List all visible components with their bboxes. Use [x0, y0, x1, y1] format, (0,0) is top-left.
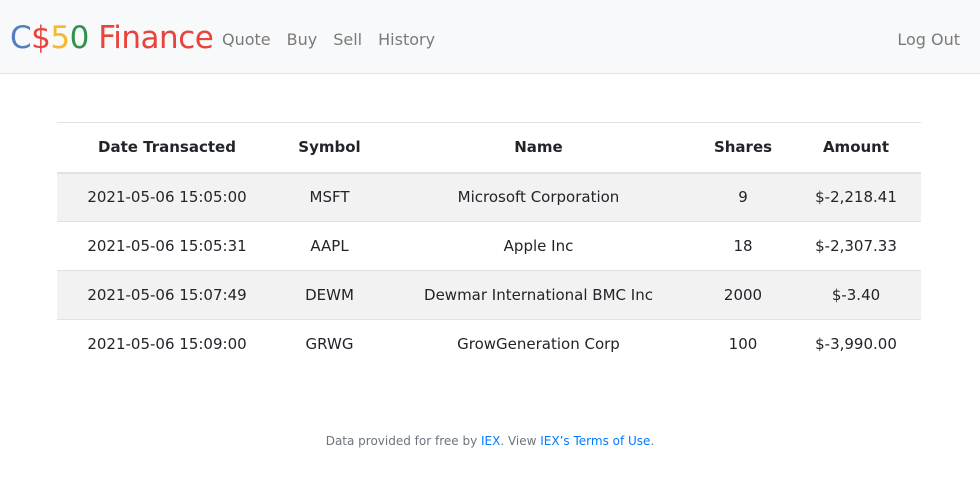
- logout-link[interactable]: Log Out: [897, 30, 960, 49]
- brand-letter-0: 0: [69, 20, 90, 56]
- cell-shares: 100: [695, 319, 791, 369]
- brand-letter-dollar: $: [31, 20, 51, 56]
- iex-terms-link[interactable]: IEX’s Terms of Use: [540, 434, 650, 448]
- table-row: 2021-05-06 15:09:00 GRWG GrowGeneration …: [57, 319, 921, 369]
- nav-link-sell[interactable]: Sell: [333, 28, 362, 52]
- cell-amount: $-3,990.00: [791, 319, 921, 369]
- cell-symbol: DEWM: [277, 270, 382, 320]
- header-shares: Shares: [695, 122, 791, 174]
- cell-symbol: AAPL: [277, 221, 382, 271]
- footer-prefix: Data provided for free by: [325, 434, 481, 448]
- nav-link-quote[interactable]: Quote: [222, 28, 271, 52]
- navbar: C$50 Finance Quote Buy Sell History Log …: [0, 0, 980, 74]
- footer-middle: . View: [500, 434, 541, 448]
- table-row: 2021-05-06 15:05:31 AAPL Apple Inc 18 $-…: [57, 221, 921, 271]
- header-name: Name: [382, 122, 695, 174]
- cell-date: 2021-05-06 15:09:00: [57, 319, 277, 369]
- footer: Data provided for free by IEX. View IEX’…: [0, 434, 980, 448]
- cell-amount: $-3.40: [791, 270, 921, 320]
- cell-symbol: GRWG: [277, 319, 382, 369]
- brand-letter-5: 5: [50, 20, 70, 56]
- footer-suffix: .: [650, 434, 655, 448]
- cell-date: 2021-05-06 15:07:49: [57, 270, 277, 320]
- cell-date: 2021-05-06 15:05:31: [57, 221, 277, 271]
- cell-name: Apple Inc: [382, 221, 695, 271]
- cell-name: Microsoft Corporation: [382, 172, 695, 222]
- nav-link-history[interactable]: History: [378, 28, 435, 52]
- nav-link-buy[interactable]: Buy: [287, 28, 318, 52]
- header-symbol: Symbol: [277, 122, 382, 174]
- table-row: 2021-05-06 15:07:49 DEWM Dewmar Internat…: [57, 270, 921, 320]
- brand-logo[interactable]: C$50 Finance: [10, 18, 214, 58]
- history-table: Date Transacted Symbol Name Shares Amoun…: [57, 122, 921, 369]
- iex-link[interactable]: IEX: [481, 434, 500, 448]
- nav-right: Log Out: [897, 28, 960, 52]
- table-row: 2021-05-06 15:05:00 MSFT Microsoft Corpo…: [57, 172, 921, 222]
- cell-amount: $-2,307.33: [791, 221, 921, 271]
- header-date: Date Transacted: [57, 122, 277, 174]
- table-header-row: Date Transacted Symbol Name Shares Amoun…: [57, 122, 921, 174]
- cell-name: Dewmar International BMC Inc: [382, 270, 695, 320]
- cell-name: GrowGeneration Corp: [382, 319, 695, 369]
- nav-links: Quote Buy Sell History: [222, 28, 451, 52]
- cell-amount: $-2,218.41: [791, 172, 921, 222]
- header-amount: Amount: [791, 122, 921, 174]
- cell-date: 2021-05-06 15:05:00: [57, 172, 277, 222]
- brand-word-finance: Finance: [88, 20, 214, 56]
- cell-shares: 18: [695, 221, 791, 271]
- cell-shares: 2000: [695, 270, 791, 320]
- cell-symbol: MSFT: [277, 172, 382, 222]
- cell-shares: 9: [695, 172, 791, 222]
- brand-letter-c: C: [10, 20, 32, 56]
